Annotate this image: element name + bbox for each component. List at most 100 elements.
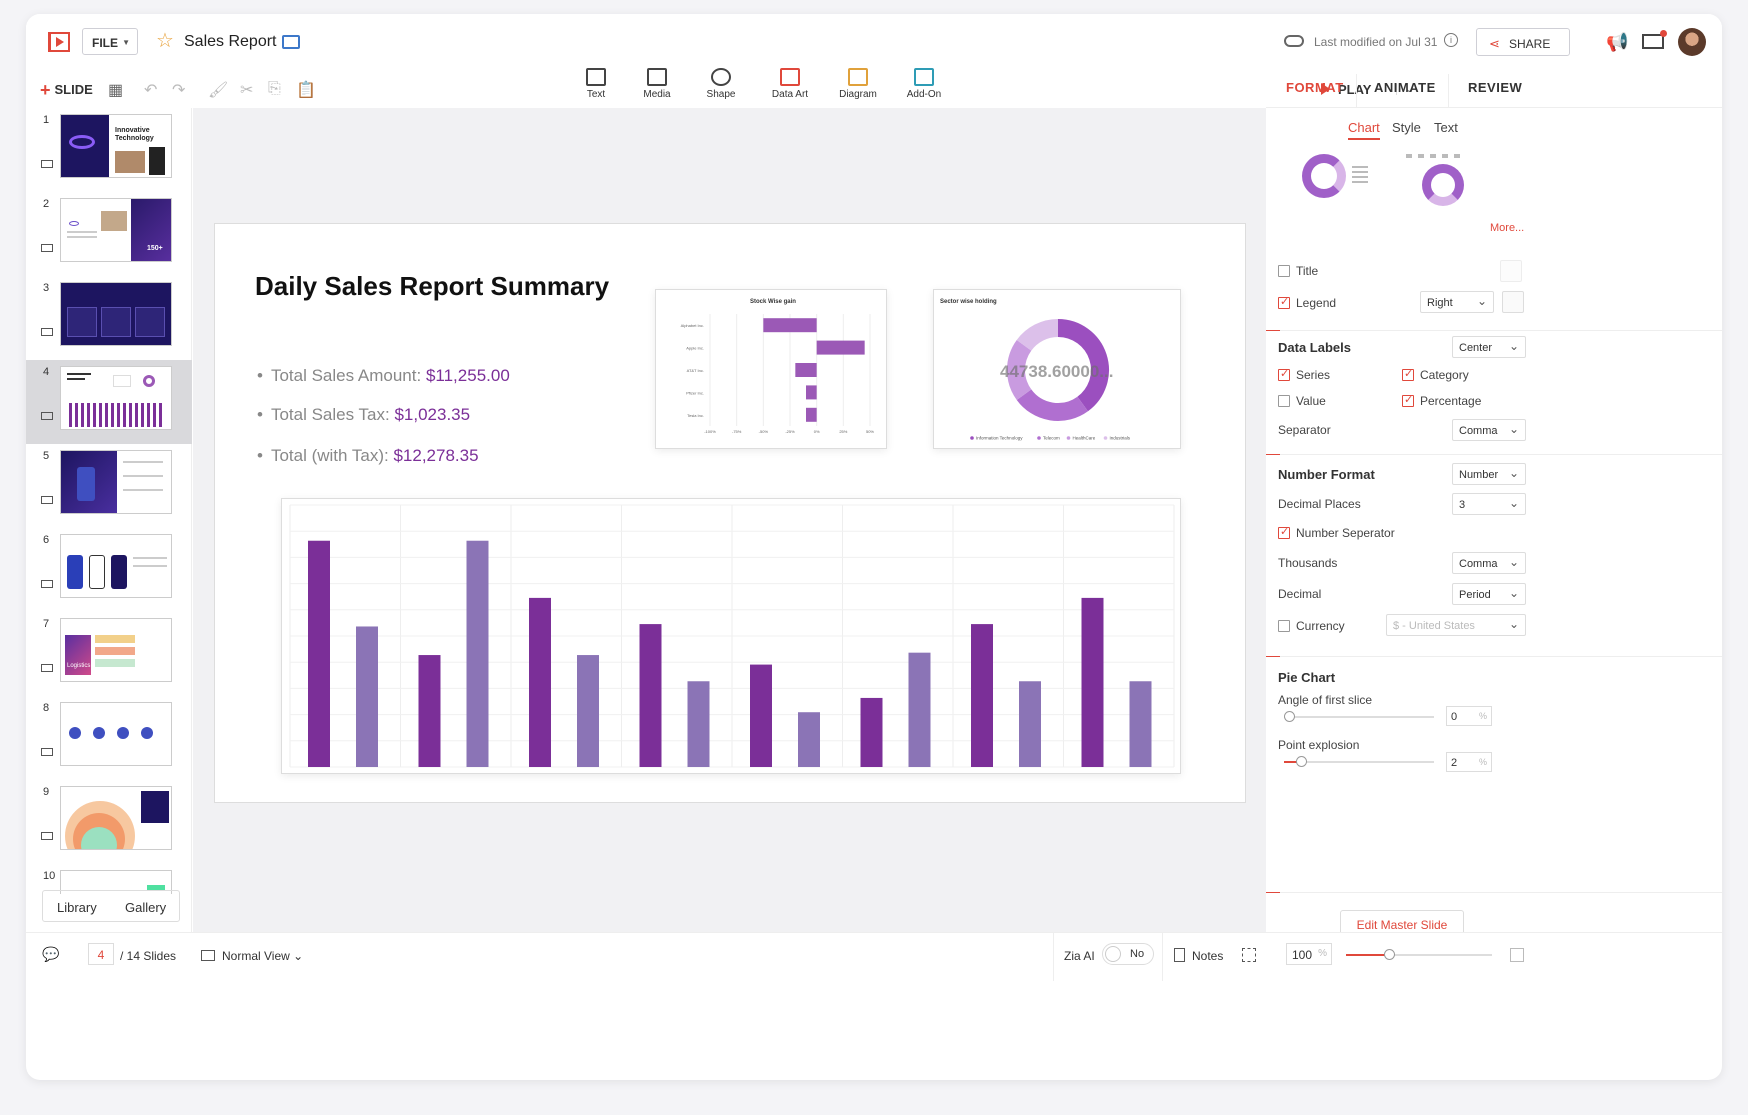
share-button[interactable]: ⋖ SHARE (1476, 28, 1570, 56)
zoom-input[interactable]: 100% (1286, 943, 1332, 965)
title-checkbox[interactable]: Title (1278, 264, 1318, 278)
percentage-checkbox[interactable]: Percentage (1402, 393, 1481, 408)
series-checkbox[interactable]: Series (1278, 367, 1330, 382)
insert-diagram-button[interactable]: Diagram (828, 68, 888, 100)
subtab-chart[interactable]: Chart (1348, 120, 1380, 140)
number-separator-checkbox[interactable]: Number Seperator (1278, 525, 1395, 540)
zia-toggle[interactable]: No (1102, 943, 1154, 965)
slide-thumbnail-5[interactable]: 5 (26, 444, 192, 528)
slide-thumbnail-7[interactable]: 7 Logistics (26, 612, 192, 696)
toggle-knob (1105, 946, 1121, 962)
subtab-text[interactable]: Text (1434, 120, 1458, 135)
add-slide-button[interactable]: + SLIDE (40, 80, 93, 101)
slider-handle[interactable] (1296, 756, 1307, 767)
cut-icon[interactable]: ✂ (240, 80, 253, 100)
star-icon[interactable]: ☆ (156, 28, 174, 53)
slide-settings-icon[interactable] (41, 832, 53, 840)
subtab-style[interactable]: Style (1392, 120, 1421, 135)
sector-holding-chart[interactable]: Sector wise holding Information Technolo… (933, 289, 1181, 449)
stock-gain-chart[interactable]: Stock Wise gain -100% -75% -50% -25% 0% 25% 50… (655, 289, 887, 449)
view-mode-select[interactable]: Normal View ⌄ (222, 949, 303, 963)
explosion-input[interactable]: % 2 (1446, 752, 1492, 772)
bullet-value: $12,278.35 (393, 446, 479, 465)
slide-settings-icon[interactable] (41, 160, 53, 168)
current-slide[interactable]: Daily Sales Report Summary Total Sales A… (214, 223, 1246, 803)
chart-style-donut-legend-top[interactable] (1422, 164, 1464, 206)
slide-settings-icon[interactable] (41, 580, 53, 588)
undo-icon[interactable]: ↶ (144, 80, 157, 100)
current-slide-input[interactable]: 4 (88, 943, 114, 965)
tab-format[interactable]: FORMAT (1286, 80, 1344, 95)
bullet-item[interactable]: Total (with Tax): $12,278.35 (257, 446, 479, 466)
app-logo-icon[interactable] (48, 32, 70, 52)
announcement-icon[interactable]: 📢 (1606, 32, 1628, 53)
slide-settings-icon[interactable] (41, 328, 53, 336)
slide-thumbnail-9[interactable]: 9 (26, 780, 192, 864)
info-icon[interactable]: i (1444, 33, 1458, 47)
more-styles-link[interactable]: More... (1490, 222, 1524, 234)
redo-icon[interactable]: ↷ (172, 80, 185, 100)
file-menu-button[interactable]: FILE ▼ (82, 28, 138, 55)
gallery-button[interactable]: Gallery (125, 900, 166, 915)
mail-icon[interactable] (1642, 30, 1667, 49)
slide-settings-icon[interactable] (41, 412, 53, 420)
slide-settings-icon[interactable] (41, 664, 53, 672)
slide-thumbnail-4[interactable]: 4 (26, 360, 192, 444)
legend-format-button[interactable] (1502, 291, 1524, 313)
insert-data-art-button[interactable]: Data Art (760, 68, 820, 100)
user-avatar[interactable] (1678, 28, 1706, 56)
copy-icon[interactable]: ⎘ (268, 80, 281, 98)
bullet-item[interactable]: Total Sales Tax: $1,023.35 (257, 405, 470, 425)
zoom-slider[interactable] (1346, 949, 1492, 960)
currency-checkbox[interactable]: Currency (1278, 619, 1345, 633)
bar (418, 655, 441, 767)
tab-review[interactable]: REVIEW (1468, 80, 1522, 95)
value-checkbox[interactable]: Value (1278, 394, 1326, 408)
slide-settings-icon[interactable] (41, 496, 53, 504)
slide-title[interactable]: Daily Sales Report Summary (255, 270, 615, 302)
insert-addon-button[interactable]: Add-On (894, 68, 954, 100)
sales-bar-chart[interactable] (281, 498, 1181, 774)
document-title[interactable]: Sales Report (184, 33, 277, 51)
title-format-button[interactable] (1500, 260, 1522, 282)
paste-icon[interactable]: 📋 (296, 80, 316, 100)
number-format-select[interactable]: Number (1452, 463, 1526, 485)
bullet-item[interactable]: Total Sales Amount: $11,255.00 (257, 366, 510, 386)
slide-thumbnail-8[interactable]: 8 (26, 696, 192, 780)
layout-icon[interactable]: ▦ (108, 80, 123, 100)
slide-thumbnail-6[interactable]: 6 (26, 528, 192, 612)
explosion-slider[interactable] (1284, 756, 1434, 767)
slider-handle[interactable] (1284, 711, 1295, 722)
library-button[interactable]: Library (57, 900, 97, 915)
angle-slider[interactable] (1284, 711, 1434, 722)
slide-thumbnail-1[interactable]: 1 Innovative Technology (26, 108, 192, 192)
slide-settings-icon[interactable] (41, 748, 53, 756)
slider-handle[interactable] (1384, 949, 1395, 960)
legend-checkbox[interactable]: Legend (1278, 295, 1336, 310)
fullscreen-icon[interactable] (1510, 948, 1524, 962)
angle-input[interactable]: % 0 (1446, 706, 1492, 726)
decimal-select[interactable]: Period (1452, 583, 1526, 605)
thousands-select[interactable]: Comma (1452, 552, 1526, 574)
insert-media-button[interactable]: Media (627, 68, 687, 100)
separator-select[interactable]: Comma (1452, 419, 1526, 441)
category-checkbox[interactable]: Category (1402, 367, 1469, 382)
slide-thumbnail-2[interactable]: 2 150+ (26, 192, 192, 276)
data-labels-position-select[interactable]: Center (1452, 336, 1526, 358)
tab-animate[interactable]: ANIMATE (1374, 80, 1436, 95)
format-painter-icon[interactable]: 🖌 (208, 80, 228, 100)
chart-style-donut-legend-right[interactable] (1302, 154, 1346, 198)
slide-settings-icon[interactable] (41, 244, 53, 252)
angle-value: 0 (1451, 711, 1458, 723)
currency-select[interactable]: $ - United States (1386, 614, 1526, 636)
legend-position-select[interactable]: Right (1420, 291, 1494, 313)
insert-text-button[interactable]: Text (566, 68, 626, 100)
decimal-places-select[interactable]: 3 (1452, 493, 1526, 515)
slide-thumbnail-3[interactable]: 3 (26, 276, 192, 360)
insert-shape-button[interactable]: Shape (691, 68, 751, 100)
notes-button[interactable]: Notes (1192, 949, 1223, 963)
comments-icon[interactable]: 💬 (42, 946, 59, 963)
fit-slide-icon[interactable] (1242, 948, 1256, 962)
folder-icon[interactable] (282, 35, 300, 49)
explosion-value: 2 (1451, 757, 1458, 769)
